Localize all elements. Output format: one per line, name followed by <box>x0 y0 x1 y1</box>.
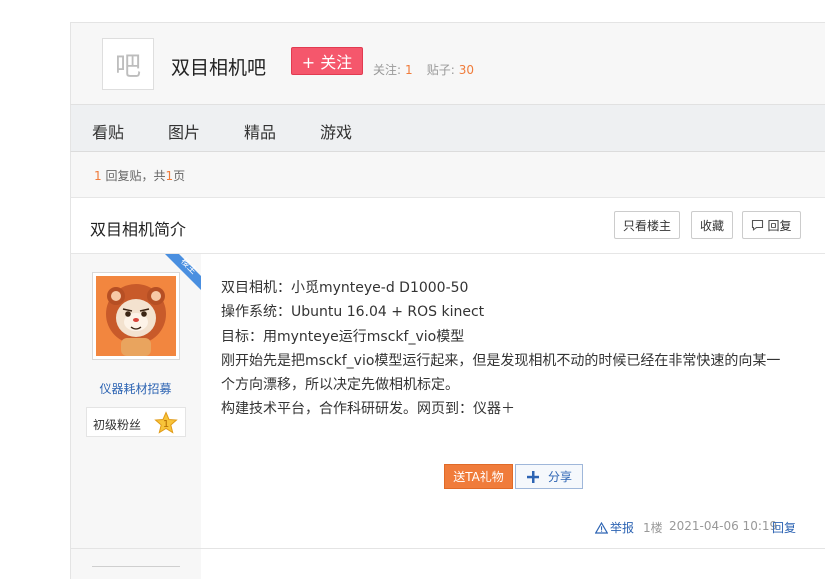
post-line: 刚开始先是把msckf_vio模型运行起来，但是发现相机不动的时候已经在非常快速… <box>221 352 781 369</box>
level-title: 初级粉丝 <box>93 418 142 432</box>
forum-title[interactable]: 双目相机吧 <box>171 53 266 80</box>
warning-icon <box>595 521 608 534</box>
lion-avatar-icon <box>96 276 176 356</box>
only-op-button[interactable]: 只看楼主 <box>614 211 680 239</box>
send-gift-button[interactable]: 送TA礼物 <box>444 464 513 489</box>
page-count: 1 <box>165 169 174 183</box>
reply-count-text: 回复贴，共 <box>101 169 166 183</box>
nav-item-featured[interactable]: 精品 <box>244 119 276 143</box>
thread-header: 双目相机简介 只看楼主 收藏 回复 <box>70 197 825 254</box>
reply-info: 1 回复贴，共1页 <box>94 167 185 184</box>
post-floor: 1楼 <box>643 521 663 535</box>
reply-count-bar: 1 回复贴，共1页 <box>70 152 825 197</box>
share-button[interactable]: 分享 <box>515 464 583 489</box>
reply-count: 1 <box>94 169 102 183</box>
share-label: 分享 <box>547 470 572 484</box>
plus-icon <box>526 470 539 483</box>
post-username[interactable]: 仪器耗材招募 <box>70 380 201 397</box>
reply-button-label: 回复 <box>767 218 792 233</box>
comment-icon <box>752 219 764 231</box>
nav-item-images[interactable]: 图片 <box>168 119 200 143</box>
report-label: 举报 <box>610 521 635 535</box>
post-time: 2021-04-06 10:19 <box>669 519 778 533</box>
report-link[interactable]: 举报 <box>595 519 634 536</box>
follow-count-label: 关注: <box>373 63 402 77</box>
nav-item-games[interactable]: 游戏 <box>320 119 352 143</box>
level-star-icon: 1 <box>154 411 178 434</box>
next-post-avatar <box>92 566 180 577</box>
post-count-label: 贴子: <box>426 63 455 77</box>
thread-title: 双目相机简介 <box>90 220 187 239</box>
forum-stats: 关注: 1 贴子: 30 <box>373 61 474 78</box>
page-count-suffix: 页 <box>173 169 186 183</box>
forum-nav: 看贴 图片 精品 游戏 <box>70 104 825 152</box>
reply-button[interactable]: 回复 <box>742 211 801 239</box>
post-count: 30 <box>458 63 475 77</box>
post-line: 目标：用mynteye运行msckf_vio模型 <box>221 328 465 345</box>
post-line: 双目相机：小觅mynteye-d D1000-50 <box>221 280 469 296</box>
forum-avatar[interactable]: 吧 <box>102 38 154 90</box>
post-line: 个方向漂移，所以决定先做相机标定。 <box>221 377 459 394</box>
nav-item-posts[interactable]: 看贴 <box>92 119 124 143</box>
avatar[interactable] <box>92 272 180 360</box>
post-content: 双目相机：小觅mynteye-d D1000-50 操作系统：Ubuntu 16… <box>221 276 791 422</box>
favorite-button[interactable]: 收藏 <box>691 211 733 239</box>
follow-count: 1 <box>405 63 413 77</box>
user-level[interactable]: 初级粉丝 1 <box>86 407 186 437</box>
post-reply-link[interactable]: 回复 <box>772 519 796 536</box>
forum-header: 吧 双目相机吧 + 关注 关注: 1 贴子: 30 <box>70 22 825 104</box>
level-number: 1 <box>163 419 169 430</box>
follow-button[interactable]: + 关注 <box>291 47 363 75</box>
post-line: 构建技术平台，合作科研研发。网页到：仪器＋ <box>221 401 515 418</box>
post-line: 操作系统：Ubuntu 16.04 + ROS kinect <box>221 304 485 321</box>
